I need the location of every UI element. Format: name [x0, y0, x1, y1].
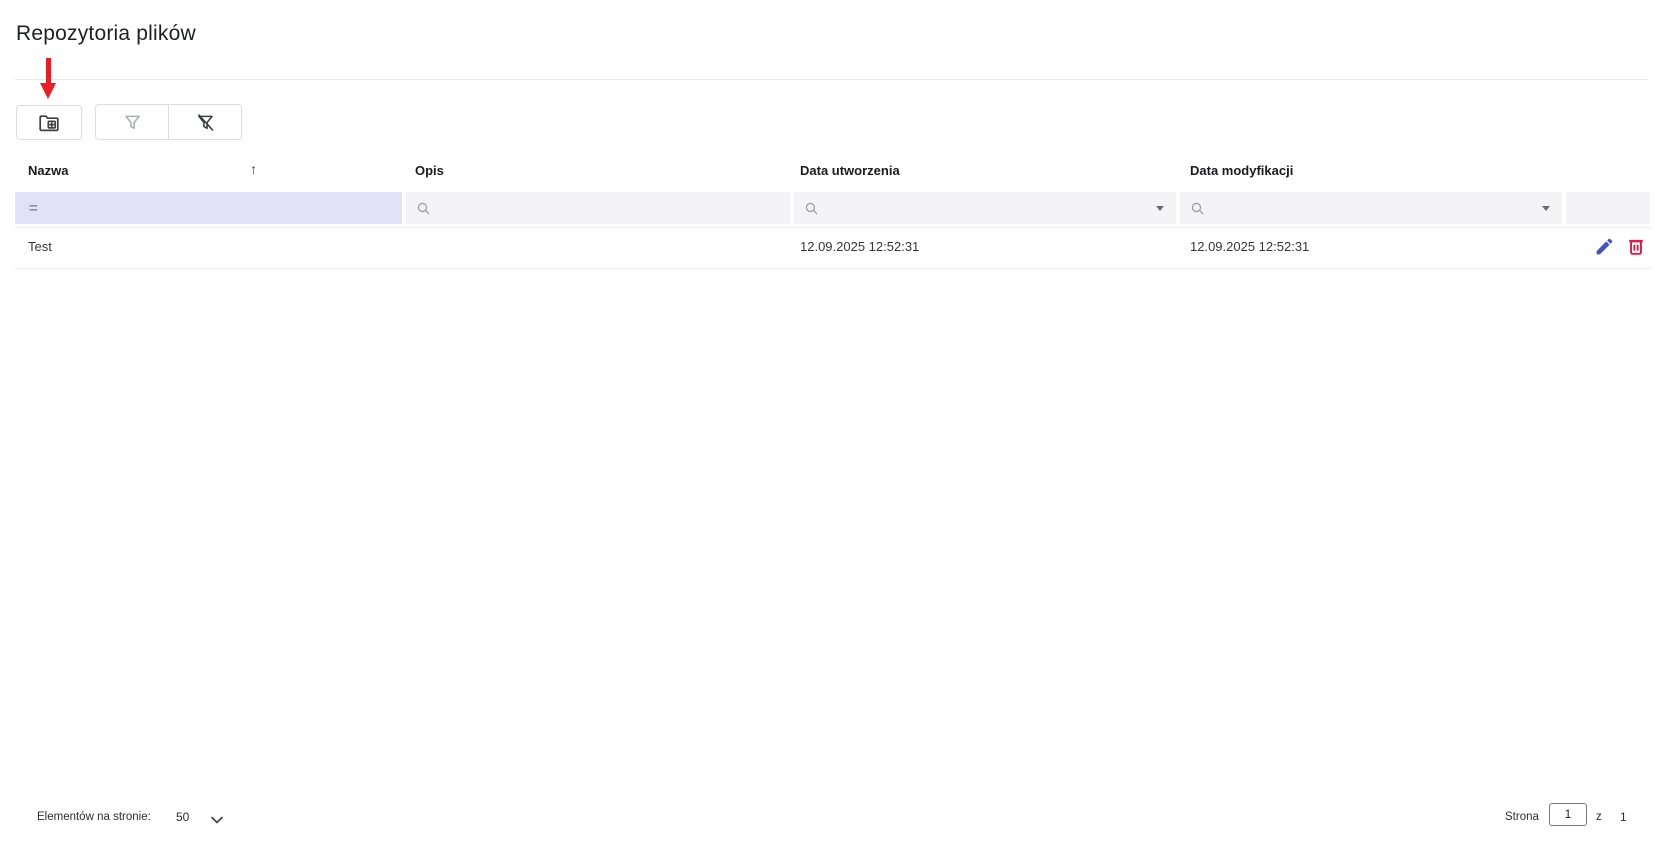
cell-nazwa: Test — [28, 239, 52, 254]
filter-input-data-modyfikacji[interactable] — [1180, 192, 1562, 224]
filter-input-nazwa[interactable]: = — [15, 192, 402, 224]
annotation-arrow-shaft — [46, 58, 51, 84]
items-per-page-value[interactable]: 50 — [176, 810, 189, 824]
folder-plus-icon — [37, 111, 61, 135]
filter-button-group — [95, 104, 242, 140]
column-header-nazwa[interactable]: Nazwa — [28, 163, 68, 178]
page-label: Strona — [1505, 811, 1539, 823]
column-header-data-utworzenia[interactable]: Data utworzenia — [800, 163, 900, 178]
search-icon — [416, 201, 431, 216]
annotation-arrow-head — [40, 83, 56, 99]
filter-icon — [122, 112, 143, 133]
dropdown-caret-icon[interactable] — [1156, 206, 1164, 211]
add-repository-button[interactable] — [16, 105, 82, 140]
column-header-data-modyfikacji[interactable]: Data modyfikacji — [1190, 163, 1293, 178]
chevron-down-icon[interactable] — [206, 813, 228, 827]
annotation-arrow-icon — [40, 58, 57, 99]
divider — [15, 268, 1650, 269]
divider — [15, 227, 1650, 228]
file-repositories-page: Repozytoria plików Nazwa ↑ Opis Data utw… — [0, 0, 1663, 852]
edit-row-button[interactable] — [1592, 234, 1616, 258]
items-per-page-label: Elementów na stronie: — [37, 811, 151, 823]
page-title: Repozytoria plików — [16, 22, 196, 45]
filter-button[interactable] — [96, 105, 168, 139]
cell-data-utworzenia: 12.09.2025 12:52:31 — [800, 239, 920, 254]
filter-input-data-utworzenia[interactable] — [794, 192, 1176, 224]
filter-cell-actions-empty — [1566, 192, 1650, 224]
trash-icon — [1625, 235, 1647, 257]
equals-operator-icon: = — [29, 199, 39, 217]
total-pages: 1 — [1620, 810, 1627, 824]
filter-input-opis[interactable] — [406, 192, 790, 224]
pencil-icon — [1594, 236, 1615, 257]
divider — [15, 79, 1648, 80]
page-of-label: z — [1596, 811, 1602, 823]
search-icon — [804, 201, 819, 216]
search-icon — [1190, 201, 1205, 216]
column-header-opis[interactable]: Opis — [415, 163, 444, 178]
clear-filter-button[interactable] — [169, 105, 241, 139]
sort-ascending-icon[interactable]: ↑ — [250, 161, 257, 177]
page-number-input[interactable]: 1 — [1549, 803, 1587, 826]
delete-row-button[interactable] — [1624, 234, 1648, 258]
filter-off-icon — [195, 112, 216, 133]
cell-data-modyfikacji: 12.09.2025 12:52:31 — [1190, 239, 1310, 254]
dropdown-caret-icon[interactable] — [1542, 206, 1550, 211]
